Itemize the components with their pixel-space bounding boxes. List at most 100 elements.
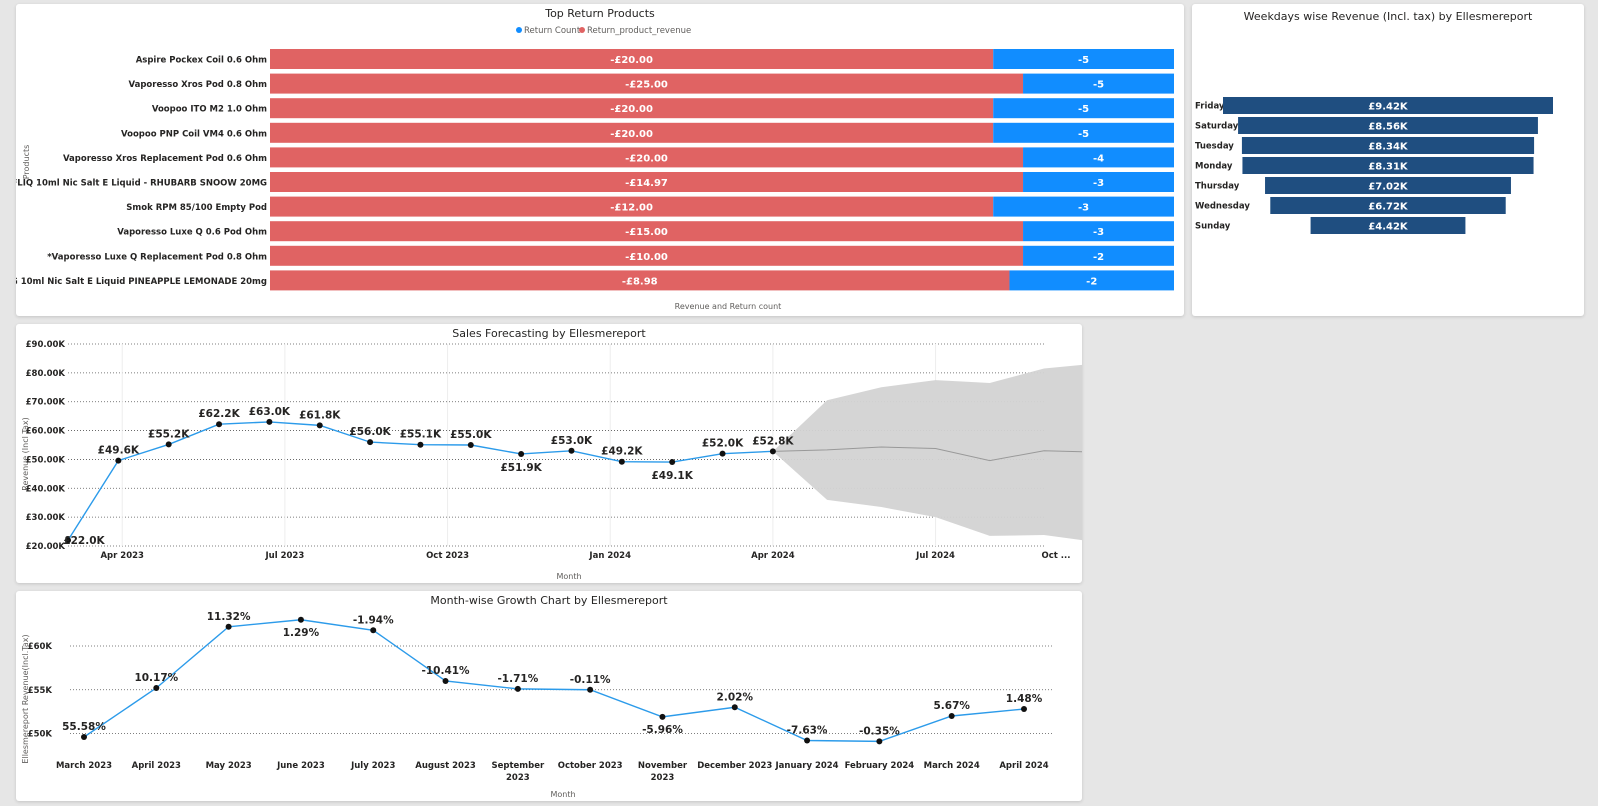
data-point	[370, 627, 377, 634]
data-label: -5.96%	[642, 724, 683, 736]
count-data-label: -4	[1093, 153, 1104, 164]
product-label: Voopoo ITO M2 1.0 Ohm	[152, 105, 267, 115]
x-tick-label: November	[638, 761, 688, 771]
revenue-data-label: -£20.00	[625, 153, 668, 164]
y-tick-label: £30.00K	[26, 513, 66, 523]
x-tick-label: April 2023	[132, 761, 181, 771]
y-tick-label: £20.00K	[26, 542, 66, 552]
product-label: Vaporesso Xros Replacement Pod 0.6 Ohm	[63, 154, 267, 164]
x-tick-label: Jul 2024	[915, 551, 955, 561]
x-tick-label: March 2023	[56, 761, 112, 771]
weekday-revenue-funnel: Weekdays wise Revenue (Incl. tax) by Ell…	[1195, 10, 1553, 234]
count-data-label: -2	[1093, 252, 1104, 263]
month-growth-chart: Month-wise Growth Chart by Ellesmereport…	[21, 594, 1054, 799]
product-label: Vaporesso Xros Pod 0.8 Ohm	[128, 80, 267, 90]
data-label: £52.0K	[702, 438, 744, 450]
revenue-data-label: -£20.00	[610, 104, 653, 115]
x-tick-label-year: 2023	[506, 773, 530, 783]
y-tick-label: £55K	[28, 686, 53, 696]
data-point	[948, 713, 955, 719]
revenue-data-label: -£20.00	[610, 129, 653, 140]
x-tick-label: January 2024	[775, 761, 839, 771]
data-point	[876, 738, 883, 745]
data-point	[719, 450, 726, 457]
y-tick-label: £80.00K	[26, 369, 66, 379]
data-label: -10.41%	[421, 665, 470, 677]
weekday-label: Sunday	[1195, 222, 1231, 232]
data-label: -0.35%	[859, 725, 900, 737]
data-label: £55.1K	[400, 429, 442, 441]
data-point	[417, 441, 424, 448]
x-tick-label: Apr 2024	[751, 551, 795, 561]
count-data-label: -5	[1078, 129, 1089, 140]
data-label: £49.6K	[98, 445, 140, 457]
weekday-label: Friday	[1195, 102, 1225, 112]
x-axis-title: Month	[550, 790, 575, 799]
data-point	[225, 623, 232, 630]
chart-title: Top Return Products	[544, 7, 655, 20]
product-label: IVG 10ml Nic Salt E Liquid PINEAPPLE LEM…	[16, 277, 267, 287]
funnel-data-label: £8.31K	[1368, 162, 1409, 173]
count-data-label: -5	[1093, 80, 1104, 91]
data-label: £62.2K	[198, 408, 240, 420]
x-tick-label: Oct ...	[1042, 551, 1071, 561]
data-label: £49.2K	[601, 446, 643, 458]
product-label: Voopoo PNP Coil VM4 0.6 Ohm	[121, 129, 267, 139]
x-tick-label: February 2024	[845, 761, 915, 771]
count-data-label: -2	[1086, 276, 1097, 287]
y-tick-label: £50K	[28, 730, 53, 740]
data-label: £49.1K	[652, 470, 694, 482]
revenue-data-label: -£10.00	[625, 252, 668, 263]
data-point	[165, 441, 172, 448]
y-tick-label: £90.00K	[26, 340, 66, 350]
count-data-label: -3	[1078, 203, 1089, 214]
return-bars: Aspire Pockex Coil 0.6 Ohm -£20.00 -5 Vapor…	[16, 49, 1174, 291]
x-axis-title: Revenue and Return count	[675, 302, 782, 311]
x-tick-label-year: 2023	[651, 773, 675, 783]
count-data-label: -3	[1093, 178, 1104, 189]
data-point	[514, 685, 521, 692]
product-label: *Vaporesso Luxe Q Replacement Pod 0.8 Oh…	[47, 252, 267, 262]
funnel-data-label: £7.02K	[1368, 182, 1409, 193]
weekday-label: Wednesday	[1195, 202, 1250, 212]
data-point	[769, 448, 776, 455]
data-point	[266, 418, 273, 425]
data-point	[568, 447, 575, 454]
data-label: £22.0K	[63, 535, 105, 547]
data-label: £56.0K	[349, 426, 391, 438]
data-point	[115, 457, 122, 464]
weekday-label: Thursday	[1195, 182, 1240, 192]
revenue-data-label: -£12.00	[610, 203, 653, 214]
chart-title: Month-wise Growth Chart by Ellesmereport	[430, 594, 668, 607]
y-axis-title: Products	[22, 145, 31, 180]
data-point	[81, 734, 87, 740]
legend-item-return-count[interactable]: Return Count	[524, 26, 581, 36]
data-label: -7.63%	[787, 725, 828, 737]
x-tick-label: September	[491, 761, 545, 771]
x-tick-label: July 2023	[350, 761, 395, 771]
data-label: 1.48%	[1006, 693, 1043, 705]
product-label: Aspire Pockex Coil 0.6 Ohm	[136, 56, 267, 66]
revenue-data-label: -£20.00	[610, 55, 653, 66]
chart-title: Weekdays wise Revenue (Incl. tax) by Ell…	[1244, 10, 1533, 23]
y-tick-label: £60.00K	[26, 427, 66, 437]
x-tick-label: October 2023	[558, 761, 623, 771]
x-tick-label: Jul 2023	[265, 551, 305, 561]
weekday-label: Tuesday	[1195, 142, 1234, 152]
legend-item-return-revenue[interactable]: Return_product_revenue	[587, 26, 691, 36]
month-growth-card: Month-wise Growth Chart by Ellesmereport…	[16, 591, 1082, 801]
data-label: 1.29%	[283, 627, 320, 639]
count-data-label: -5	[1078, 104, 1089, 115]
data-label: £63.0K	[249, 406, 291, 418]
data-point	[467, 442, 474, 448]
data-label: 5.67%	[933, 700, 970, 712]
data-point	[731, 704, 738, 711]
data-point	[1021, 706, 1027, 712]
weekday-label: Saturday	[1195, 122, 1239, 132]
count-data-label: -3	[1093, 227, 1104, 238]
sales-forecast-chart: Sales Forecasting by Ellesmereport Reven…	[21, 327, 1082, 581]
product-label: Vaporesso Luxe Q 0.6 Pod Ohm	[117, 228, 267, 238]
data-label: -0.11%	[570, 674, 611, 686]
x-tick-label: March 2024	[924, 761, 980, 771]
legend-marker-return-count	[516, 27, 522, 33]
